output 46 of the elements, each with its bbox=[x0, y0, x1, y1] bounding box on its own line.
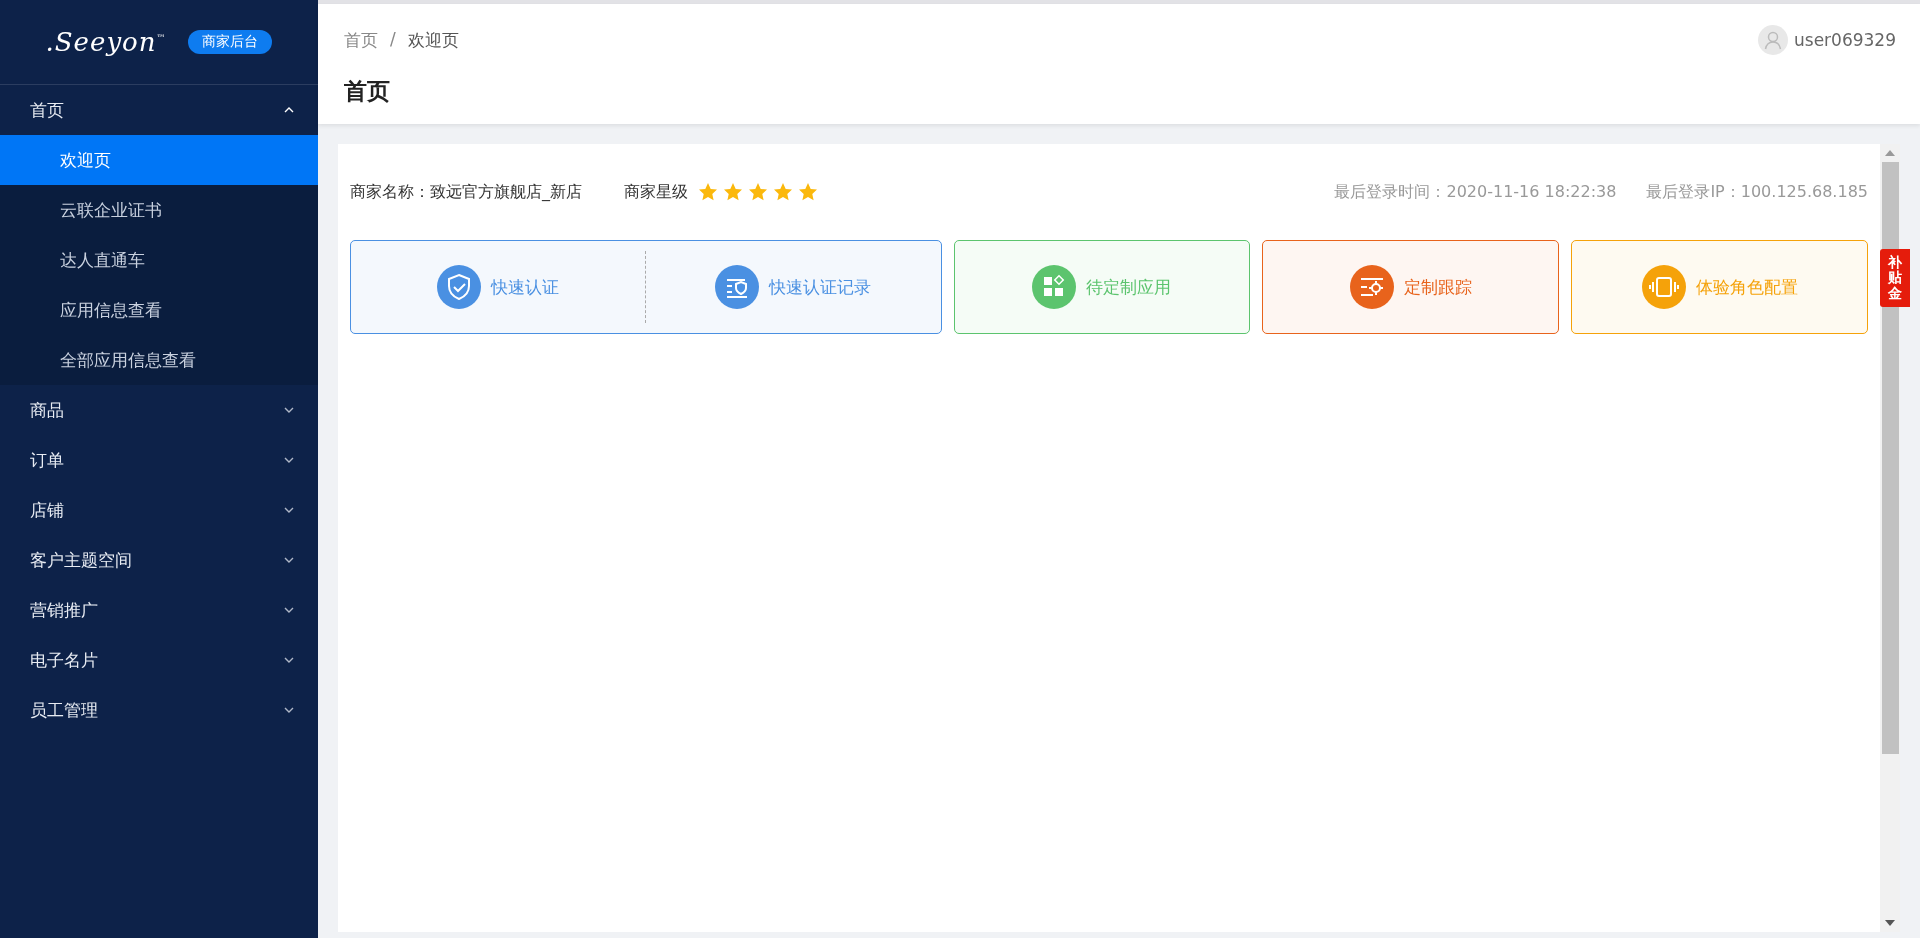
menu-group[interactable]: 营销推广 bbox=[0, 585, 318, 635]
breadcrumb-item[interactable]: 首页 bbox=[344, 28, 378, 52]
chevron-icon bbox=[284, 657, 294, 663]
merchant-name: 商家名称：致远官方旗舰店_新店 bbox=[350, 181, 582, 203]
phone-vibrate-icon bbox=[1641, 265, 1686, 309]
chevron-icon bbox=[284, 107, 294, 113]
chevron-icon bbox=[284, 457, 294, 463]
star-icon bbox=[723, 182, 743, 202]
chevron-icon bbox=[284, 557, 294, 563]
menu-group[interactable]: 客户主题空间 bbox=[0, 535, 318, 585]
menu-group[interactable]: 商品 bbox=[0, 385, 318, 435]
menu-item[interactable]: 全部应用信息查看 bbox=[0, 335, 318, 385]
menu-item[interactable]: 欢迎页 bbox=[0, 135, 318, 185]
star-icon bbox=[698, 182, 718, 202]
last-login-time: 最后登录时间：2020-11-16 18:22:38 bbox=[1334, 181, 1617, 203]
menu-item[interactable]: 云联企业证书 bbox=[0, 185, 318, 235]
last-login-ip: 最后登录IP：100.125.68.185 bbox=[1646, 181, 1868, 203]
menu-group[interactable]: 电子名片 bbox=[0, 635, 318, 685]
menu-group[interactable]: 店铺 bbox=[0, 485, 318, 535]
admin-badge: 商家后台 bbox=[188, 30, 273, 54]
username[interactable]: user069329 bbox=[1794, 30, 1896, 50]
star-icon bbox=[748, 182, 768, 202]
star-icon bbox=[773, 182, 793, 202]
menu-item[interactable]: 应用信息查看 bbox=[0, 285, 318, 335]
breadcrumb-item: 欢迎页 bbox=[407, 28, 459, 52]
chevron-icon bbox=[284, 407, 294, 413]
chevron-icon bbox=[284, 507, 294, 513]
chevron-icon bbox=[284, 607, 294, 613]
rating-label: 商家星级 bbox=[624, 181, 688, 203]
menu-item[interactable]: 达人直通车 bbox=[0, 235, 318, 285]
menu-group[interactable]: 员工管理 bbox=[0, 685, 318, 735]
page-title: 首页 bbox=[344, 77, 391, 106]
list-check-icon bbox=[715, 265, 760, 309]
scroll-up-icon[interactable] bbox=[1885, 150, 1895, 156]
logo: .Seeyon$^{™}$ bbox=[45, 27, 167, 57]
scroll-down-icon[interactable] bbox=[1885, 920, 1895, 926]
shield-check-icon bbox=[437, 265, 482, 309]
scrollbar[interactable] bbox=[1880, 144, 1900, 932]
menu-group[interactable]: 首页 bbox=[0, 85, 318, 135]
list-gear-icon bbox=[1349, 265, 1394, 309]
subsidy-tab[interactable]: 补贴金 bbox=[1880, 249, 1910, 308]
chevron-icon bbox=[284, 707, 294, 713]
star-icon bbox=[798, 182, 818, 202]
blocks-icon bbox=[1032, 265, 1077, 309]
breadcrumb-separator: / bbox=[390, 28, 396, 51]
menu-group[interactable]: 订单 bbox=[0, 435, 318, 485]
